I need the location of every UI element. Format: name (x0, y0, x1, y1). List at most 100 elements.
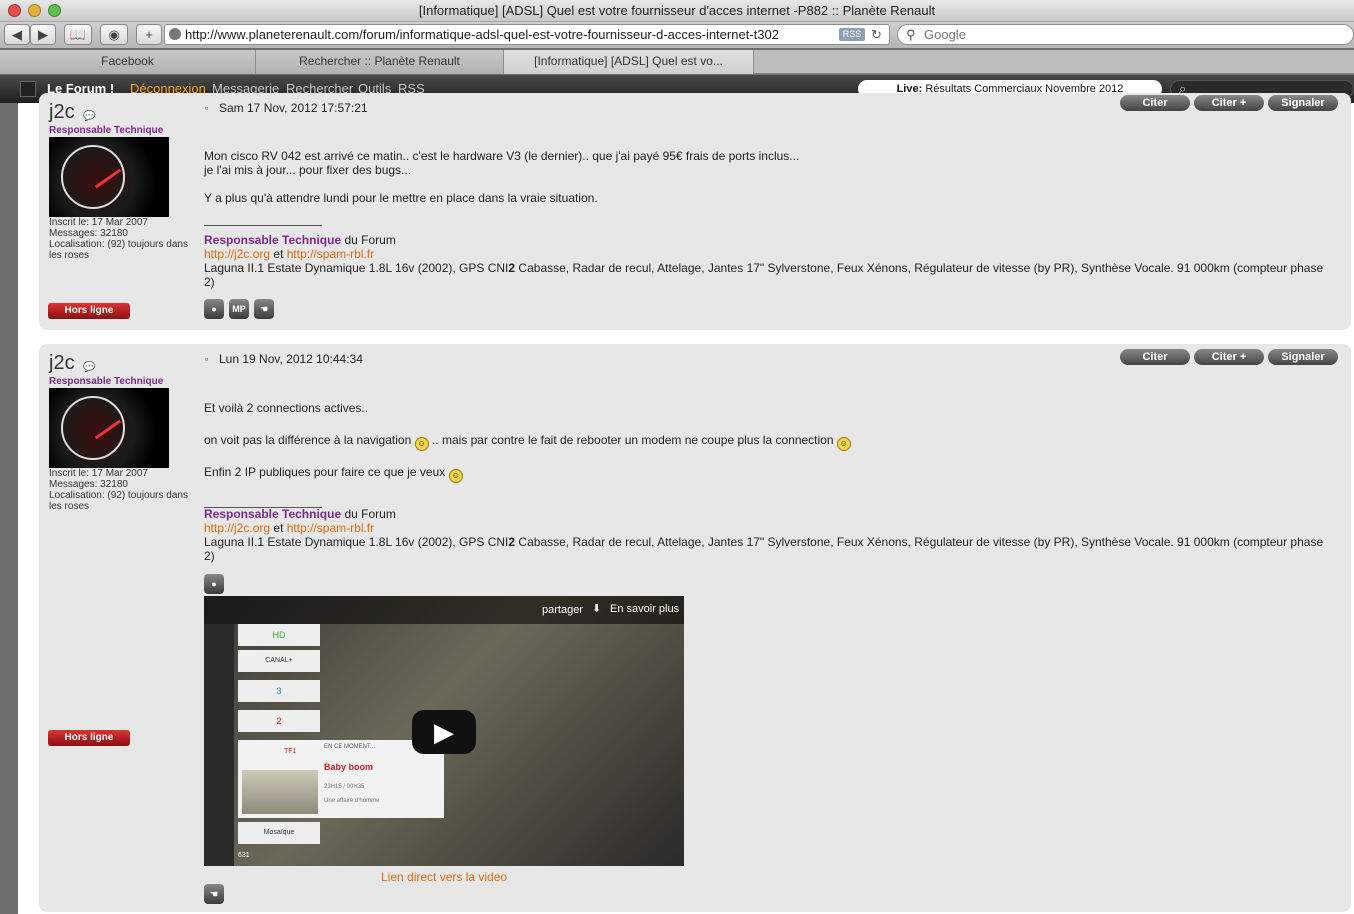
tab-facebook[interactable]: Facebook (0, 50, 256, 74)
signature-and: et (273, 247, 284, 261)
smiley-icon: ☺ (414, 437, 429, 451)
hand-icon[interactable]: ☚ (204, 884, 224, 904)
speech-bubble-icon[interactable]: 💬 (83, 362, 95, 373)
signature-role[interactable]: Responsable Technique (204, 233, 341, 247)
window-title: [Informatique] [ADSL] Quel est votre fou… (418, 3, 936, 18)
offline-status: Hors ligne (48, 730, 130, 746)
quote-button[interactable]: Citer (1120, 95, 1190, 111)
learn-more-link[interactable]: En savoir plus (610, 603, 679, 615)
signature-link-spam[interactable]: http://spam-rbl.fr (287, 247, 374, 261)
share-link[interactable]: partager (542, 604, 583, 616)
registered-date: Inscrit le: 17 Mar 2007 (49, 468, 148, 479)
overlay-title: EN CE MOMENT... (324, 744, 376, 750)
quote-plus-button[interactable]: Citer + (1194, 95, 1264, 111)
avatar[interactable] (49, 388, 169, 468)
program-thumbnail (242, 770, 318, 814)
zoom-window-button[interactable] (48, 4, 61, 17)
bookmarks-button[interactable]: 📖 (64, 24, 92, 45)
channel-tile: HD (238, 624, 320, 646)
quote-button[interactable]: Citer (1120, 349, 1190, 365)
avatar[interactable] (49, 137, 169, 217)
channel-tile: 2 (238, 710, 320, 732)
forum-content: j2c 💬 Responsable Technique Inscrit le: … (18, 93, 1354, 914)
share-arrow-icon[interactable]: ⬇ (592, 602, 601, 615)
post-line-2: on voit pas la différence à la navigatio… (204, 433, 851, 451)
video-direct-link[interactable]: Lien direct vers la video (381, 870, 507, 884)
author-role: Responsable Technique (49, 376, 164, 387)
author-role: Responsable Technique (49, 125, 164, 136)
search-icon: ⚲ (906, 27, 916, 42)
topsites-button[interactable]: ◉ (100, 24, 128, 45)
rss-badge[interactable]: RSS (839, 28, 865, 41)
signature-link-j2c[interactable]: http://j2c.org (204, 247, 270, 261)
signature-link-spam[interactable]: http://spam-rbl.fr (287, 521, 374, 535)
signature-car: Laguna II.1 Estate Dynamique 1.8L 16v (2… (204, 535, 1344, 549)
channel-tile: Mosaïque (238, 822, 320, 844)
show-time: 23H15 / 00H35 (324, 784, 365, 790)
channel-tile: 3 (238, 680, 320, 702)
tab-current[interactable]: [Informatique] [ADSL] Quel est vo... (504, 50, 754, 74)
close-window-button[interactable] (8, 4, 21, 17)
post-line: Et voilà 2 connections actives.. (204, 401, 369, 415)
post-author[interactable]: j2c (49, 352, 75, 375)
post-page-icon[interactable]: ▫ (205, 354, 208, 364)
signature-links: http://j2c.org et http://spam-rbl.fr (204, 247, 374, 261)
topsites-icon: ◉ (108, 27, 120, 42)
post-text: Enfin 2 IP publiques pour faire ce que j… (204, 465, 446, 479)
car-text-2: Cabasse, Radar de recul, Attelage, Jante… (515, 535, 1324, 549)
quote-plus-button[interactable]: Citer + (1194, 349, 1264, 365)
post-author[interactable]: j2c (49, 101, 75, 124)
program-overlay: TF1 EN CE MOMENT... Baby boom 23H15 / 00… (238, 740, 444, 818)
post-page-icon[interactable]: ▫ (205, 103, 208, 113)
add-bookmark-button[interactable]: + (136, 24, 162, 45)
smiley-icon: ☺ (448, 469, 463, 483)
smiley-icon: ☺ (836, 437, 851, 451)
speech-bubble-icon[interactable]: 💬 (83, 111, 95, 122)
browser-toolbar: ◀ ▶ 📖 ◉ + http://www.planeterenault.com/… (0, 22, 1354, 48)
registered-date: Inscrit le: 17 Mar 2007 (49, 217, 148, 228)
minimize-window-button[interactable] (28, 4, 41, 17)
signature-role-line: Responsable Technique du Forum (204, 507, 396, 521)
signature-suffix: du Forum (344, 233, 396, 247)
profile-icon[interactable]: ● (204, 299, 224, 319)
book-icon: 📖 (69, 27, 87, 42)
tab-rechercher[interactable]: Rechercher :: Planète Renault (256, 50, 504, 74)
post-text: .. mais par contre le fait de rebooter u… (431, 433, 834, 447)
post-line: Mon cisco RV 042 est arrivé ce matin.. c… (204, 149, 800, 163)
channel-number: 631 (238, 852, 250, 859)
channel-number-column: 4 3 2 1 0 631 (204, 624, 250, 866)
channel-tile: TF1 (284, 748, 297, 755)
post-line-3: Enfin 2 IP publiques pour faire ce que j… (204, 465, 463, 483)
search-field[interactable]: ⚲ Google (897, 24, 1354, 45)
signature-link-j2c[interactable]: http://j2c.org (204, 521, 270, 535)
forward-button[interactable]: ▶ (30, 24, 56, 45)
report-button[interactable]: Signaler (1268, 349, 1338, 365)
car-text-1: Laguna II.1 Estate Dynamique 1.8L 16v (2… (204, 261, 509, 275)
post-line: je l'ai mis à jour... pour fixer des bug… (204, 163, 412, 177)
embedded-video[interactable]: partager ⬇ En savoir plus 4 3 2 1 0 631 … (204, 596, 684, 866)
profile-icon[interactable]: ● (204, 574, 224, 594)
back-arrow-icon: ◀ (12, 27, 22, 42)
address-bar[interactable]: http://www.planeterenault.com/forum/info… (164, 24, 890, 45)
signature-and: et (273, 521, 284, 535)
signature-car-end: 2) (204, 275, 215, 289)
show-subtitle: Une affaire d'homme (324, 798, 380, 804)
search-placeholder: Google (924, 27, 966, 42)
window-titlebar: [Informatique] [ADSL] Quel est votre fou… (0, 0, 1354, 22)
tab-label: [Informatique] [ADSL] Quel est vo... (534, 54, 723, 68)
tab-label: Facebook (101, 54, 154, 68)
signature-links: http://j2c.org et http://spam-rbl.fr (204, 521, 374, 535)
speedometer-icon (61, 396, 125, 460)
location: Localisation: (92) toujours dans les ros… (49, 490, 188, 512)
show-title: Baby boom (324, 762, 374, 772)
back-button[interactable]: ◀ (4, 24, 30, 45)
play-button[interactable]: ▶ (412, 710, 476, 754)
reload-icon[interactable]: ↻ (871, 25, 882, 44)
signature-role[interactable]: Responsable Technique (204, 507, 341, 521)
post-date: Sam 17 Nov, 2012 17:57:21 (219, 101, 368, 115)
forum-post: j2c 💬 Responsable Technique Inscrit le: … (39, 93, 1351, 330)
home-icon[interactable] (20, 81, 36, 97)
hand-icon[interactable]: ☚ (254, 299, 274, 319)
private-message-button[interactable]: MP (229, 299, 249, 319)
report-button[interactable]: Signaler (1268, 95, 1338, 111)
